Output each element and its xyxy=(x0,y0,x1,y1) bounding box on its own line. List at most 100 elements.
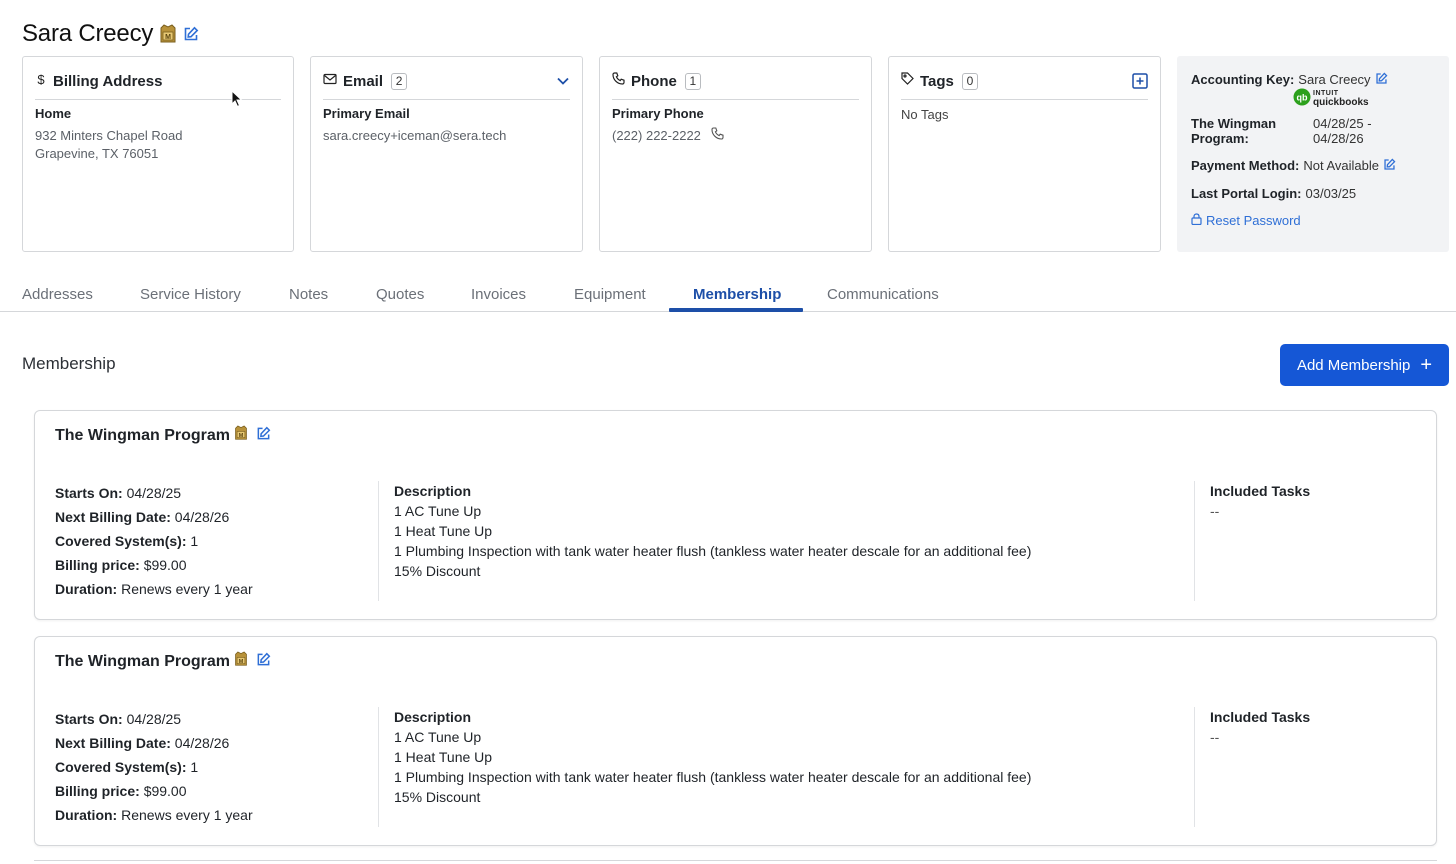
tab-service-history[interactable]: Service History xyxy=(140,274,241,312)
covered-systems-value: 1 xyxy=(190,533,199,549)
phone-title: Phone xyxy=(631,72,677,90)
billing-line1: 932 Minters Chapel Road xyxy=(35,128,183,143)
accounting-key-value: Sara Creecy xyxy=(1298,72,1371,87)
customer-header: Sara Creecy M xyxy=(22,18,199,50)
tags-title: Tags xyxy=(920,72,954,90)
add-membership-label: Add Membership xyxy=(1296,356,1411,374)
tags-count-badge: 0 xyxy=(961,72,978,90)
accounting-key-label: Accounting Key: xyxy=(1191,72,1295,87)
duration-value: Renews every 1 year xyxy=(121,581,253,597)
svg-text:M: M xyxy=(239,433,244,439)
description-line: 15% Discount xyxy=(394,789,481,805)
email-title: Email xyxy=(343,72,384,90)
included-tasks-value: -- xyxy=(1210,729,1220,745)
tab-communications[interactable]: Communications xyxy=(827,274,939,312)
membership-details: Starts On: 04/28/25 Next Billing Date: 0… xyxy=(55,485,253,597)
starts-on-value: 04/28/25 xyxy=(126,485,182,501)
chevron-down-icon[interactable] xyxy=(556,76,570,86)
description-line: 1 Plumbing Inspection with tank water he… xyxy=(394,543,1032,559)
description-line: 1 AC Tune Up xyxy=(394,729,482,745)
billing-line2: Grapevine, TX 76051 xyxy=(35,146,159,161)
edit-customer-icon[interactable] xyxy=(183,26,199,42)
email-value[interactable]: sara.creecy+iceman@sera.tech xyxy=(323,127,570,145)
next-billing-value: 04/28/26 xyxy=(174,509,230,525)
billing-price-value: $99.00 xyxy=(143,783,187,799)
call-icon[interactable] xyxy=(711,127,724,145)
mouse-cursor-icon xyxy=(231,89,243,108)
membership-description: Description 1 AC Tune Up 1 Heat Tune Up … xyxy=(394,483,1032,579)
duration-value: Renews every 1 year xyxy=(121,807,253,823)
next-card-edge xyxy=(34,860,1437,864)
qb-brand-text: quickbooks xyxy=(1313,97,1369,108)
included-tasks: Included Tasks -- xyxy=(1210,709,1311,745)
section-title: Membership xyxy=(22,354,116,373)
email-label: Primary Email xyxy=(323,106,410,121)
payment-method-label: Payment Method: xyxy=(1191,158,1300,173)
plus-icon: + xyxy=(1420,354,1433,376)
tab-membership[interactable]: Membership xyxy=(693,274,781,312)
membership-name: The Wingman Program xyxy=(55,426,230,444)
billing-price-value: $99.00 xyxy=(143,557,187,573)
description-line: 1 AC Tune Up xyxy=(394,503,482,519)
dollar-icon: $ xyxy=(35,72,47,91)
svg-text:M: M xyxy=(165,34,171,41)
included-tasks-value: -- xyxy=(1210,503,1220,519)
included-tasks: Included Tasks -- xyxy=(1210,483,1311,519)
billing-title: Billing Address xyxy=(53,72,163,90)
membership-card: The Wingman Program M Starts On: 04/28/2… xyxy=(34,410,1437,620)
edit-membership-icon[interactable] xyxy=(256,652,271,672)
phone-card: Phone 1 Primary Phone (222) 222-2222 xyxy=(599,56,872,252)
starts-on-value: 04/28/25 xyxy=(126,711,182,727)
svg-text:M: M xyxy=(239,659,244,665)
reset-password-link[interactable]: Reset Password xyxy=(1191,213,1435,228)
svg-text:qb: qb xyxy=(1297,92,1308,102)
tag-icon xyxy=(901,72,914,90)
description-line: 15% Discount xyxy=(394,563,481,579)
phone-count-badge: 1 xyxy=(684,72,701,90)
last-login-label: Last Portal Login: xyxy=(1191,186,1302,201)
program-label: The Wingman Program: xyxy=(1191,116,1277,146)
tab-invoices[interactable]: Invoices xyxy=(471,274,526,312)
envelope-icon xyxy=(323,72,337,90)
email-count-badge: 2 xyxy=(391,72,408,90)
svg-text:$: $ xyxy=(37,72,45,86)
membership-badge-icon: M xyxy=(234,425,248,446)
quickbooks-logo: qb INTUIT quickbooks xyxy=(1293,88,1435,108)
tags-empty: No Tags xyxy=(901,107,949,122)
description-line: 1 Plumbing Inspection with tank water he… xyxy=(394,769,1032,785)
phone-label: Primary Phone xyxy=(612,106,704,121)
edit-accounting-key-icon[interactable] xyxy=(1375,72,1388,88)
membership-badge-icon: M xyxy=(159,24,177,44)
lock-icon xyxy=(1191,213,1202,228)
accounting-panel: Accounting Key: Sara Creecy qb INTUIT qu… xyxy=(1177,56,1449,252)
tab-quotes[interactable]: Quotes xyxy=(376,274,424,312)
billing-label: Home xyxy=(35,106,72,121)
last-login-value: 03/03/25 xyxy=(1305,186,1357,201)
membership-details: Starts On: 04/28/25 Next Billing Date: 0… xyxy=(55,711,253,823)
phone-icon xyxy=(612,72,625,90)
covered-systems-value: 1 xyxy=(190,759,199,775)
reset-password-text[interactable]: Reset Password xyxy=(1206,213,1301,228)
tab-notes[interactable]: Notes xyxy=(289,274,328,312)
billing-address-card: $ Billing Address Home 932 Minters Chape… xyxy=(22,56,294,252)
membership-badge-icon: M xyxy=(234,651,248,672)
membership-card: The Wingman Program M Starts On: 04/28/2… xyxy=(34,636,1437,846)
membership-description: Description 1 AC Tune Up 1 Heat Tune Up … xyxy=(394,709,1032,805)
add-tag-icon[interactable] xyxy=(1132,73,1148,89)
program-value: 04/28/25 - 04/28/26 xyxy=(1313,116,1372,146)
phone-value[interactable]: (222) 222-2222 xyxy=(612,127,701,145)
membership-name: The Wingman Program xyxy=(55,652,230,670)
edit-membership-icon[interactable] xyxy=(256,426,271,446)
description-line: 1 Heat Tune Up xyxy=(394,523,493,539)
customer-name: Sara Creecy xyxy=(22,20,154,47)
add-membership-button[interactable]: Add Membership + xyxy=(1280,344,1449,386)
tab-addresses[interactable]: Addresses xyxy=(22,274,93,312)
next-billing-value: 04/28/26 xyxy=(174,735,230,751)
tab-equipment[interactable]: Equipment xyxy=(574,274,646,312)
tab-bar: Addresses Service History Notes Quotes I… xyxy=(0,274,1456,312)
active-tab-indicator xyxy=(669,308,803,312)
tags-card: Tags 0 No Tags xyxy=(888,56,1161,252)
payment-method-value: Not Available xyxy=(1303,158,1379,173)
edit-payment-method-icon[interactable] xyxy=(1383,158,1396,174)
description-line: 1 Heat Tune Up xyxy=(394,749,493,765)
